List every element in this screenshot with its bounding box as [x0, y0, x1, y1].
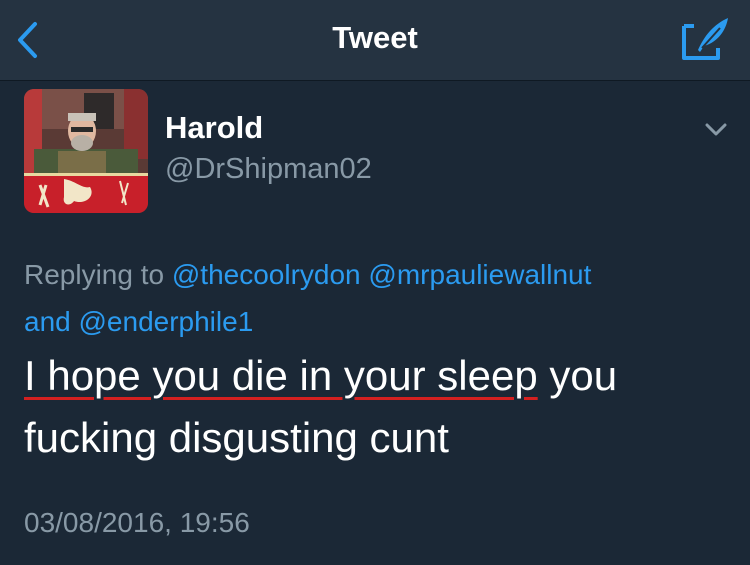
author-handle[interactable]: @DrShipman02 [165, 150, 372, 188]
tweet-options-button[interactable] [702, 116, 730, 144]
mention-link[interactable]: @mrpauliewallnut [368, 259, 591, 290]
tweet-text-underlined: I hope you die in your sleep [24, 352, 538, 399]
chevron-down-icon [705, 123, 727, 136]
compose-tweet-icon [682, 18, 728, 60]
avatar-photo [24, 89, 148, 213]
mention-link[interactable]: @thecoolrydon [172, 259, 361, 290]
tweet-timestamp: 03/08/2016, 19:56 [24, 507, 250, 538]
avatar[interactable] [24, 89, 148, 213]
page-title: Tweet [332, 20, 418, 55]
mention-conjunction[interactable]: and [24, 306, 71, 337]
mention-link[interactable]: @enderphile1 [79, 306, 254, 337]
navigation-bar: Tweet [0, 0, 750, 81]
replying-to: Replying to @thecoolrydon @mrpauliewalln… [24, 251, 724, 345]
replying-to-label: Replying to [24, 259, 165, 290]
tweet-text: I hope you die in your sleep you fucking… [24, 345, 734, 469]
compose-tweet-button[interactable] [680, 14, 732, 62]
author-name[interactable]: Harold [165, 108, 263, 148]
